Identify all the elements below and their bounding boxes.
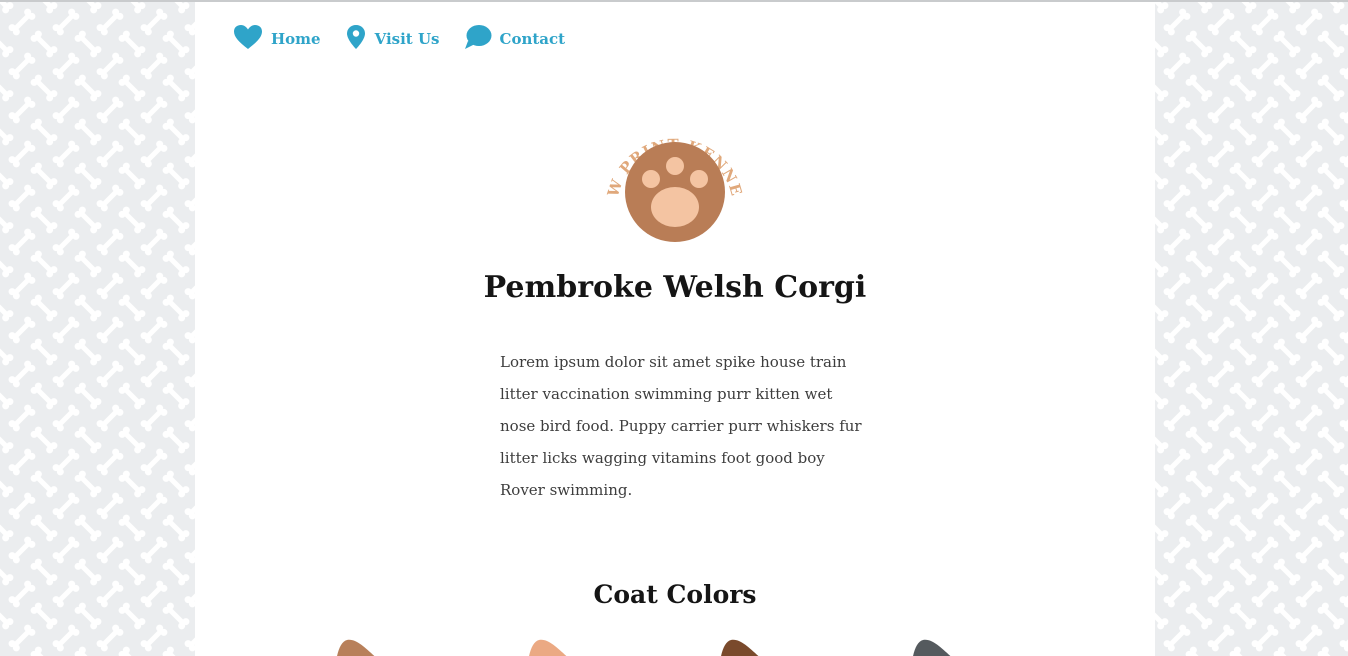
coat-color-swatch[interactable] — [907, 638, 967, 656]
coat-color-swatch[interactable] — [331, 638, 391, 656]
speech-bubble-icon — [464, 24, 492, 54]
bone-pattern-background — [1155, 0, 1348, 656]
top-border — [0, 0, 1348, 2]
heart-icon — [233, 24, 263, 54]
nav-home-link[interactable]: Home — [233, 24, 321, 54]
nav-visit-label: Visit Us — [374, 30, 440, 48]
coat-color-swatch[interactable] — [523, 638, 583, 656]
nav-contact-link[interactable]: Contact — [464, 24, 566, 54]
coat-colors-heading: Coat Colors — [593, 580, 757, 609]
nav-contact-label: Contact — [499, 30, 566, 48]
nav-home-label: Home — [271, 30, 321, 48]
coat-color-swatch[interactable] — [715, 638, 775, 656]
page-title: Pembroke Welsh Corgi — [483, 270, 867, 305]
main-content: Home Visit Us Contact W PR ENNE Pembroke… — [195, 2, 1155, 656]
nav-visit-link[interactable]: Visit Us — [345, 24, 440, 54]
bone-pattern-background — [0, 0, 195, 656]
paw-print-kennels-logo[interactable]: PAW PRINT KENNELS — [593, 103, 750, 247]
map-pin-icon — [345, 24, 367, 54]
intro-paragraph: Lorem ipsum dolor sit amet spike house t… — [500, 353, 862, 499]
top-nav: Home Visit Us Contact — [233, 24, 589, 54]
